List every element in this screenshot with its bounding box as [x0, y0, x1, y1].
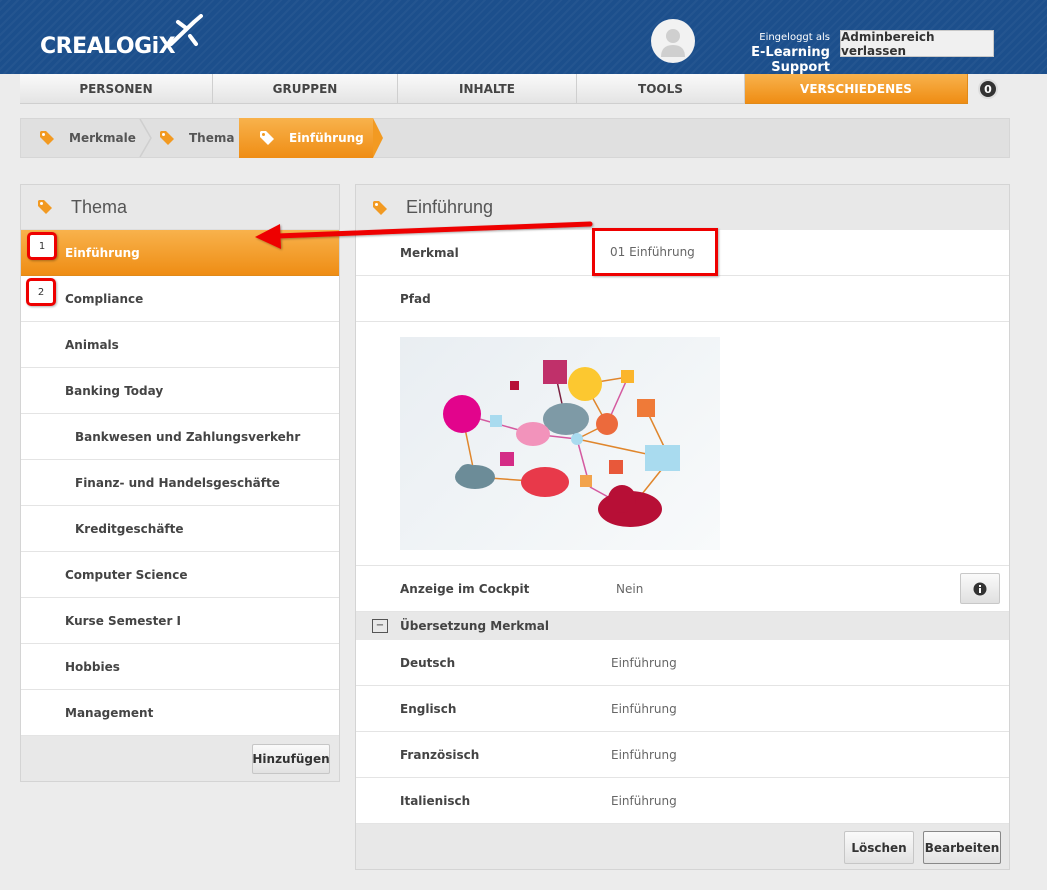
tree-item[interactable]: Kreditgeschäfte [21, 506, 339, 552]
breadcrumb-item-einfuehrung[interactable]: Einführung [239, 118, 383, 158]
annotation-badge-2: 2 [26, 278, 56, 306]
airplane-icon [169, 14, 203, 46]
translation-value: Einführung [611, 793, 677, 808]
tree-item[interactable]: Kurse Semester I [21, 598, 339, 644]
merkmal-label: Merkmal [400, 245, 459, 260]
cockpit-value: Nein [616, 581, 644, 596]
tree-item-label: Computer Science [65, 567, 188, 582]
tab-verschiedenes[interactable]: VERSCHIEDENES [745, 74, 968, 104]
breadcrumb: Merkmale Thema Einführung [20, 118, 1010, 158]
crealogix-logo: CREALOGiX [40, 34, 176, 59]
tree-item-label: Management [65, 705, 154, 720]
translation-row: Italienisch Einführung [356, 778, 1009, 824]
thema-image [400, 337, 720, 550]
tab-tools[interactable]: TOOLS [577, 74, 745, 104]
tree-item[interactable]: Animals [21, 322, 339, 368]
tree-item-label: Banking Today [65, 383, 164, 398]
translation-section-header[interactable]: − Übersetzung Merkmal [356, 612, 1009, 640]
breadcrumb-label: Thema [189, 131, 235, 145]
cockpit-row: Anzeige im Cockpit Nein [356, 566, 1009, 612]
add-button[interactable]: Hinzufügen [252, 744, 330, 774]
logged-in-label: Eingeloggt als [759, 32, 830, 43]
panel-header: Thema [21, 185, 339, 230]
user-icon [661, 29, 685, 57]
tree-item[interactable]: Bankwesen und Zahlungsverkehr [21, 414, 339, 460]
merkmal-value-highlight: 01 Einführung [592, 228, 718, 276]
tag-icon [40, 131, 54, 145]
translation-row: Englisch Einführung [356, 686, 1009, 732]
main-tabs: PERSONEN GRUPPEN INHALTE TOOLS VERSCHIED… [20, 74, 1010, 104]
info-icon [973, 582, 987, 595]
tag-icon [160, 131, 174, 145]
app-header: CREALOGiX Eingeloggt als E-Learning Supp… [0, 0, 1047, 75]
translation-row: Deutsch Einführung [356, 640, 1009, 686]
translation-row: Französisch Einführung [356, 732, 1009, 778]
delete-button[interactable]: Löschen [844, 831, 914, 864]
tag-icon [38, 200, 52, 214]
detail-title: Einführung [406, 197, 494, 217]
tree-item[interactable]: Einführung [21, 230, 339, 276]
tree-item-label: Kurse Semester I [65, 613, 182, 628]
edit-button[interactable]: Bearbeiten [923, 831, 1001, 864]
network-illustration [443, 360, 680, 527]
image-row [356, 322, 1009, 566]
tree-item-label: Animals [65, 337, 119, 352]
breadcrumb-item-thema[interactable]: Thema [159, 119, 234, 157]
panel-header: Einführung [356, 185, 1009, 230]
tree-item[interactable]: Banking Today [21, 368, 339, 414]
notification-badge[interactable]: 0 [978, 79, 998, 99]
tree-item[interactable]: Compliance [21, 276, 339, 322]
tag-icon [373, 200, 387, 215]
tag-icon [260, 131, 274, 145]
panel-title: Thema [71, 196, 128, 217]
tree-item[interactable]: Computer Science [21, 552, 339, 598]
tree-item-label: Bankwesen und Zahlungsverkehr [75, 429, 301, 444]
detail-panel: Einführung Merkmal Pfad Anzeige im Cockp… [355, 184, 1010, 870]
tree-item-label: Compliance [65, 291, 144, 306]
user-name: E-Learning Support [751, 45, 830, 75]
collapse-icon[interactable]: − [372, 619, 388, 633]
breadcrumb-label: Einführung [289, 131, 364, 145]
tree-item[interactable]: Hobbies [21, 644, 339, 690]
tree-item-label: Kreditgeschäfte [75, 521, 184, 536]
translation-lang: Italienisch [400, 793, 471, 808]
translation-lang: Englisch [400, 701, 457, 716]
translation-value: Einführung [611, 701, 677, 716]
chevron-separator-icon [139, 119, 152, 157]
tree-item-label: Hobbies [65, 659, 120, 674]
translation-lang: Deutsch [400, 655, 456, 670]
tree-item[interactable]: Management [21, 690, 339, 736]
translation-lang: Französisch [400, 747, 480, 762]
thema-tree-panel: Thema Einführung Compliance Animals Bank… [20, 184, 340, 782]
tree-item-label: Finanz- und Handelsgeschäfte [75, 475, 280, 490]
tab-personen[interactable]: PERSONEN [20, 74, 213, 104]
avatar[interactable] [651, 19, 695, 63]
translation-section-title: Übersetzung Merkmal [400, 619, 549, 633]
breadcrumb-item-merkmale[interactable]: Merkmale [39, 119, 136, 157]
tab-inhalte[interactable]: INHALTE [398, 74, 577, 104]
pfad-label: Pfad [400, 291, 431, 306]
tree-item[interactable]: Finanz- und Handelsgeschäfte [21, 460, 339, 506]
translation-value: Einführung [611, 655, 677, 670]
tree-item-label: Einführung [65, 245, 140, 260]
tab-gruppen[interactable]: GRUPPEN [213, 74, 398, 104]
cockpit-label: Anzeige im Cockpit [400, 581, 530, 596]
leave-admin-button[interactable]: Adminbereich verlassen [840, 30, 994, 58]
breadcrumb-label: Merkmale [69, 131, 136, 145]
annotation-badge-1: 1 [27, 232, 57, 260]
info-button[interactable] [960, 573, 1000, 604]
pfad-row: Pfad [356, 276, 1009, 322]
translation-value: Einführung [611, 747, 677, 762]
